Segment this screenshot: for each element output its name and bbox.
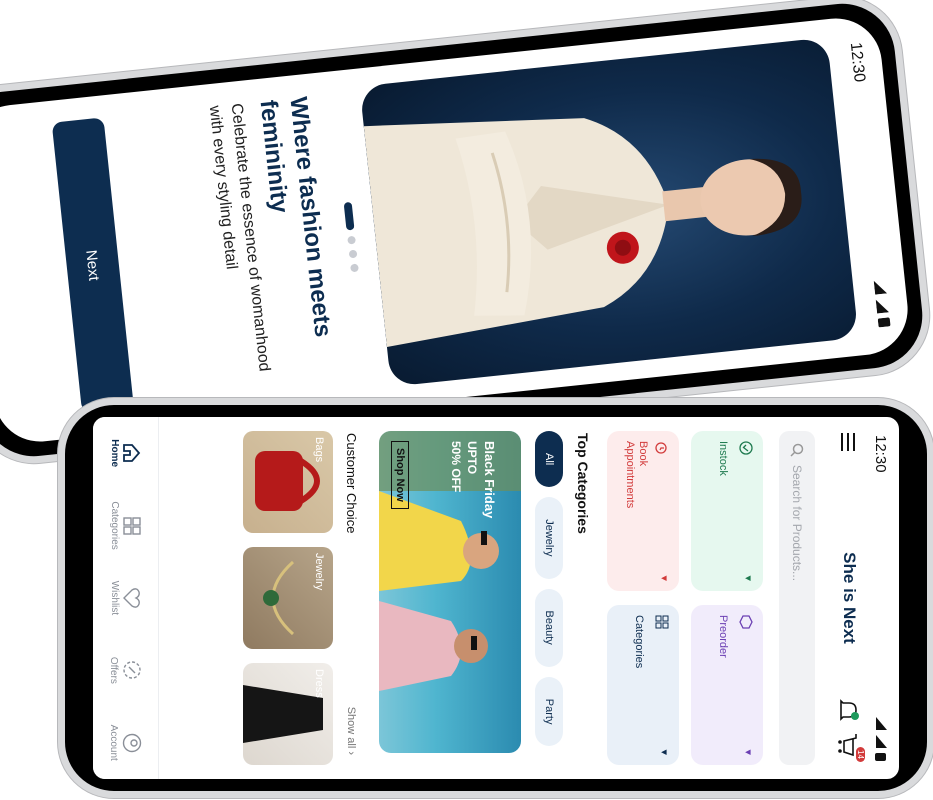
tab-categories[interactable]: Categories [109, 496, 141, 556]
hero-image [359, 37, 859, 387]
categories-card[interactable]: Categories ▾ [607, 605, 679, 765]
promo-banner[interactable]: Black Friday UPTO 50% OFF Shop Now [379, 431, 521, 753]
product-row: Bags Jewelry Dress [243, 431, 333, 765]
tab-account[interactable]: Account [108, 713, 142, 773]
chip-jewelry[interactable]: Jewelry [535, 497, 563, 579]
offer-icon [123, 661, 141, 680]
tab-label: Offers [108, 656, 119, 684]
signal-icon [876, 299, 890, 314]
tab-label: Account [108, 724, 119, 761]
pager-dot [350, 263, 359, 273]
category-chips: All Jewelry Beauty Party [535, 431, 563, 747]
home-status-icons [875, 717, 887, 761]
banner-title: Black Friday [482, 441, 497, 519]
grid-icon [655, 615, 669, 629]
instock-label: Instock [717, 441, 729, 476]
customer-choice-title: Customer Choice [344, 433, 359, 534]
next-button[interactable]: Next [51, 117, 134, 414]
preorder-label: Preorder [717, 615, 729, 658]
chip-beauty[interactable]: Beauty [535, 588, 563, 667]
pager-dot [348, 249, 358, 259]
show-all-link[interactable]: Show all › [345, 707, 357, 755]
battery-icon [875, 753, 886, 761]
chip-party[interactable]: Party [535, 676, 563, 747]
wifi-icon [874, 280, 888, 295]
chip-all[interactable]: All [535, 431, 563, 488]
tab-home[interactable]: Home [109, 423, 141, 483]
onboarding-screen: 12:30 Where fashion meets femininity Cel… [0, 13, 913, 447]
search-icon [790, 443, 804, 457]
shop-now-button[interactable]: Shop Now [391, 441, 409, 509]
show-all-label: Show all [345, 706, 357, 749]
model-illustration [363, 118, 802, 347]
categories-label: Categories [633, 615, 645, 669]
pager-dot-active [343, 201, 355, 231]
book-appointments-card[interactable]: Book Appointments ▾ [607, 431, 679, 591]
app-title: She is Next [840, 552, 859, 644]
tab-wishlist[interactable]: Wishlist [109, 568, 141, 628]
cart-badge: 14 [856, 747, 865, 762]
banner-upto: UPTO [465, 441, 479, 475]
signal-icon [876, 735, 887, 748]
instock-card[interactable]: Instock ▾ [691, 431, 763, 591]
search-bar[interactable]: Search for Products... [779, 431, 815, 765]
battery-icon [877, 317, 891, 328]
alarm-icon [655, 442, 667, 454]
home-phone-frame: 12:30 She is Next 14 Search for Products… [58, 398, 933, 798]
chevron-down-icon: ▾ [742, 575, 754, 581]
grid-icon [123, 516, 141, 535]
pager-dot [347, 235, 356, 245]
product-card-bags[interactable]: Bags [243, 431, 333, 533]
check-circle-icon [739, 441, 753, 455]
tab-label: Home [109, 439, 120, 468]
product-label: Bags [313, 437, 325, 463]
tab-offers[interactable]: Offers [108, 640, 142, 700]
banner-discount: 50% OFF [449, 441, 463, 493]
heart-icon [123, 588, 140, 608]
status-icons [874, 279, 892, 328]
chevron-down-icon: ▾ [742, 749, 754, 755]
user-icon [122, 733, 142, 752]
tab-label: Categories [109, 501, 120, 550]
tab-label: Wishlist [109, 580, 120, 616]
home-icon [123, 444, 141, 463]
home-screen: 12:30 She is Next 14 Search for Products… [93, 417, 899, 779]
notification-bell-icon[interactable] [832, 699, 859, 721]
next-button-label: Next [82, 249, 103, 282]
product-label: Jewelry [313, 553, 325, 591]
pager-indicator [343, 201, 359, 273]
product-card-jewelry[interactable]: Jewelry [243, 547, 333, 649]
product-label: Dress [313, 669, 325, 698]
top-categories-title: Top Categories [575, 433, 591, 534]
cart-icon[interactable]: 14 [832, 733, 865, 762]
product-card-dress[interactable]: Dress [243, 663, 333, 765]
home-status-time: 12:30 [872, 435, 889, 473]
book-appointments-label: Book Appointments [624, 441, 649, 509]
bottom-tab-bar: Home Categories Wishlist Offers Account [93, 417, 159, 779]
wifi-icon [876, 717, 887, 730]
search-placeholder: Search for Products... [790, 465, 804, 582]
preorder-card[interactable]: Preorder ▾ [691, 605, 763, 765]
box-icon [739, 615, 753, 629]
chevron-right-icon: › [345, 751, 357, 755]
chevron-down-icon: ▾ [658, 749, 670, 755]
status-time: 12:30 [846, 41, 868, 84]
chevron-down-icon: ▾ [658, 575, 670, 581]
